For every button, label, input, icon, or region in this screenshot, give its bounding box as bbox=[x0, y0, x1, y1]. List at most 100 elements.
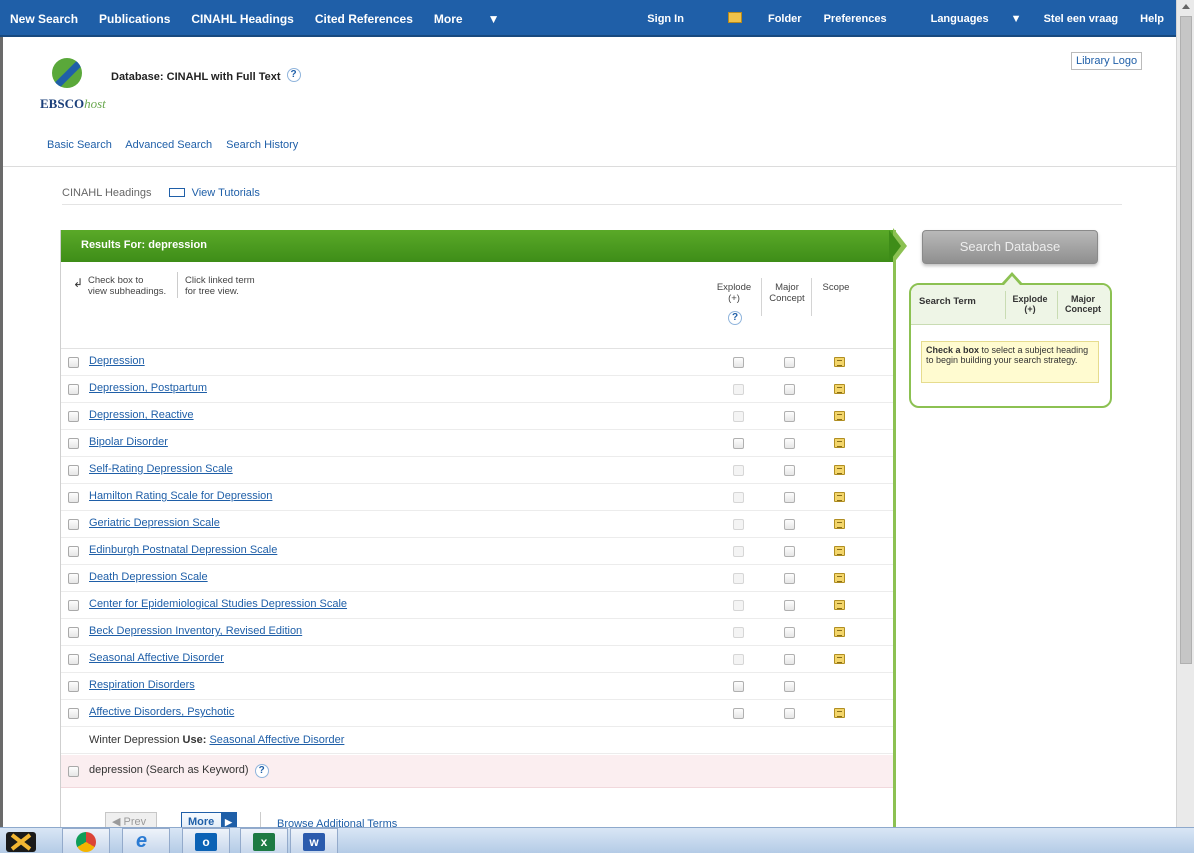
major-concept-checkbox[interactable] bbox=[784, 384, 795, 395]
major-concept-checkbox[interactable] bbox=[784, 600, 795, 611]
subheading-checkbox[interactable] bbox=[68, 384, 79, 395]
heading-term-link[interactable]: Self-Rating Depression Scale bbox=[89, 463, 233, 475]
scope-note-icon[interactable] bbox=[834, 357, 845, 367]
help-icon[interactable]: ? bbox=[254, 764, 269, 778]
major-concept-checkbox[interactable] bbox=[784, 411, 795, 422]
major-concept-checkbox[interactable] bbox=[784, 708, 795, 719]
heading-term-link[interactable]: Edinburgh Postnatal Depression Scale bbox=[89, 544, 277, 556]
ebsco-logo-text[interactable]: EBSCOhost bbox=[40, 96, 106, 112]
major-concept-checkbox[interactable] bbox=[784, 357, 795, 368]
nav-sign-in[interactable]: Sign In bbox=[647, 13, 684, 25]
subheading-checkbox[interactable] bbox=[68, 573, 79, 584]
basic-search-link[interactable]: Basic Search bbox=[47, 139, 112, 151]
scope-note-icon[interactable] bbox=[834, 600, 845, 610]
hint-separator bbox=[177, 272, 178, 298]
library-logo[interactable]: Library Logo bbox=[1071, 52, 1143, 70]
help-icon[interactable]: ? bbox=[286, 68, 301, 82]
view-tutorials-link[interactable]: View Tutorials bbox=[192, 187, 260, 199]
scope-note-icon[interactable] bbox=[834, 708, 845, 718]
scope-note-icon[interactable] bbox=[834, 627, 845, 637]
scope-note-icon[interactable] bbox=[834, 573, 845, 583]
subheading-checkbox[interactable] bbox=[68, 600, 79, 611]
heading-term-link[interactable]: Seasonal Affective Disorder bbox=[89, 652, 224, 664]
search-database-button[interactable]: Search Database bbox=[922, 230, 1098, 264]
heading-term-link[interactable]: Respiration Disorders bbox=[89, 679, 195, 691]
chevron-down-icon: ▼ bbox=[487, 11, 500, 26]
heading-term-link[interactable]: Depression bbox=[89, 355, 145, 367]
explode-checkbox[interactable] bbox=[733, 708, 744, 719]
scope-note-icon[interactable] bbox=[834, 546, 845, 556]
subheading-checkbox[interactable] bbox=[68, 708, 79, 719]
major-concept-checkbox[interactable] bbox=[784, 681, 795, 692]
major-concept-checkbox[interactable] bbox=[784, 573, 795, 584]
search-history-link[interactable]: Search History bbox=[226, 139, 298, 151]
subheading-checkbox[interactable] bbox=[68, 465, 79, 476]
scope-note-icon[interactable] bbox=[834, 519, 845, 529]
heading-term-link[interactable]: Center for Epidemiological Studies Depre… bbox=[89, 598, 347, 610]
scroll-up-icon[interactable] bbox=[1182, 4, 1190, 9]
advanced-search-link[interactable]: Advanced Search bbox=[125, 139, 212, 151]
major-concept-checkbox[interactable] bbox=[784, 438, 795, 449]
major-concept-checkbox[interactable] bbox=[784, 465, 795, 476]
major-concept-checkbox[interactable] bbox=[784, 654, 795, 665]
subheading-checkbox[interactable] bbox=[68, 357, 79, 368]
nav-languages[interactable]: Languages ▼ bbox=[909, 13, 1022, 25]
heading-term-link[interactable]: Bipolar Disorder bbox=[89, 436, 168, 448]
heading-term-link[interactable]: Death Depression Scale bbox=[89, 571, 208, 583]
nav-folder[interactable]: Folder bbox=[706, 12, 802, 25]
nav-ask-question[interactable]: Stel een vraag bbox=[1044, 13, 1119, 25]
major-concept-checkbox[interactable] bbox=[784, 546, 795, 557]
nav-publications[interactable]: Publications bbox=[99, 12, 170, 26]
scope-note-icon[interactable] bbox=[834, 492, 845, 502]
table-row: Beck Depression Inventory, Revised Editi… bbox=[61, 619, 893, 646]
nav-preferences[interactable]: Preferences bbox=[824, 13, 887, 25]
major-concept-checkbox[interactable] bbox=[784, 519, 795, 530]
subheading-checkbox[interactable] bbox=[68, 519, 79, 530]
nav-new-search[interactable]: New Search bbox=[10, 12, 78, 26]
excel-taskbar-button[interactable]: x bbox=[240, 828, 288, 853]
table-row: Geriatric Depression Scale bbox=[61, 511, 893, 538]
subheading-checkbox[interactable] bbox=[68, 654, 79, 665]
help-icon[interactable]: ? bbox=[728, 311, 742, 325]
scope-note-icon[interactable] bbox=[834, 411, 845, 421]
scope-note-icon[interactable] bbox=[834, 654, 845, 664]
xmind-icon[interactable] bbox=[6, 832, 36, 852]
heading-term-link[interactable]: Depression, Reactive bbox=[89, 409, 194, 421]
explode-checkbox[interactable] bbox=[733, 681, 744, 692]
scope-note-icon[interactable] bbox=[834, 465, 845, 475]
heading-term-link[interactable]: Beck Depression Inventory, Revised Editi… bbox=[89, 625, 302, 637]
word-taskbar-button[interactable]: w bbox=[290, 828, 338, 853]
nav-cinahl-headings[interactable]: CINAHL Headings bbox=[191, 12, 293, 26]
explode-checkbox[interactable] bbox=[733, 357, 744, 368]
nav-help[interactable]: Help bbox=[1140, 13, 1164, 25]
subheading-checkbox[interactable] bbox=[68, 546, 79, 557]
heading-term-link[interactable]: Hamilton Rating Scale for Depression bbox=[89, 490, 272, 502]
scope-note-icon[interactable] bbox=[834, 384, 845, 394]
vertical-scrollbar[interactable] bbox=[1176, 0, 1194, 827]
scrollbar-thumb[interactable] bbox=[1180, 16, 1192, 664]
subheading-checkbox[interactable] bbox=[68, 627, 79, 638]
subheading-checkbox[interactable] bbox=[68, 492, 79, 503]
heading-term-link[interactable]: Depression, Postpartum bbox=[89, 382, 207, 394]
major-concept-checkbox[interactable] bbox=[784, 492, 795, 503]
keyword-search-text: depression (Search as Keyword) ? bbox=[89, 764, 269, 778]
subheading-checkbox[interactable] bbox=[68, 411, 79, 422]
nav-cited-references[interactable]: Cited References bbox=[315, 12, 413, 26]
nav-more-menu[interactable]: More ▼ bbox=[434, 12, 521, 26]
chrome-taskbar-button[interactable] bbox=[62, 828, 110, 853]
table-row: Death Depression Scale bbox=[61, 565, 893, 592]
major-concept-checkbox[interactable] bbox=[784, 627, 795, 638]
explode-checkbox[interactable] bbox=[733, 438, 744, 449]
ebsco-logo-icon[interactable] bbox=[52, 58, 82, 88]
explode-checkbox bbox=[733, 573, 744, 584]
heading-term-link[interactable]: Affective Disorders, Psychotic bbox=[89, 706, 234, 718]
subheading-checkbox[interactable] bbox=[68, 681, 79, 692]
search-strategy-panel: Search Term Explode (+) Major Concept Ch… bbox=[909, 283, 1112, 408]
outlook-taskbar-button[interactable]: o bbox=[182, 828, 230, 853]
heading-term-link[interactable]: Geriatric Depression Scale bbox=[89, 517, 220, 529]
keyword-checkbox[interactable] bbox=[68, 766, 79, 777]
use-target-link[interactable]: Seasonal Affective Disorder bbox=[209, 734, 344, 746]
ie-taskbar-button[interactable]: e bbox=[122, 828, 170, 853]
subheading-checkbox[interactable] bbox=[68, 438, 79, 449]
scope-note-icon[interactable] bbox=[834, 438, 845, 448]
